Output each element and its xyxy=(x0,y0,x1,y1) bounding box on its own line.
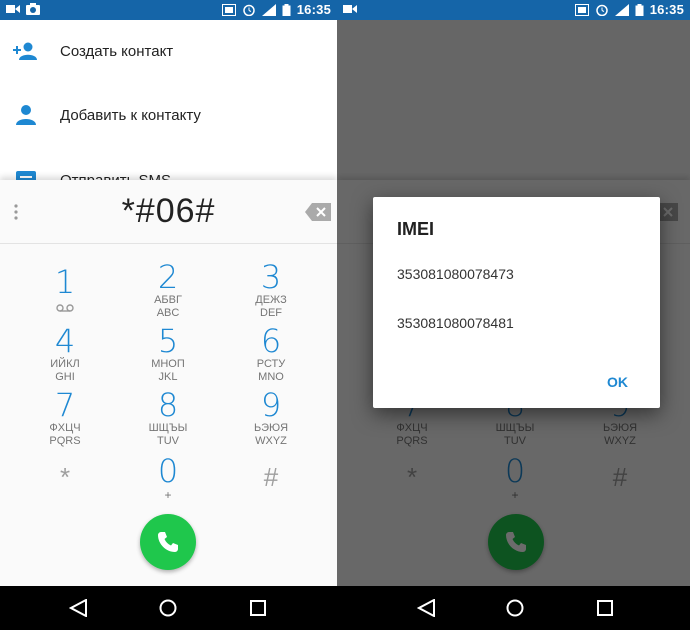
status-bar-right: 16:35 xyxy=(337,0,690,20)
key-3[interactable]: 3 ДЕЖЗ DEF xyxy=(221,260,321,320)
video-camera-icon xyxy=(343,5,357,13)
back-icon[interactable] xyxy=(69,599,89,617)
dialed-number[interactable]: *#06# xyxy=(0,192,337,231)
cast-icon xyxy=(221,3,236,16)
dialed-number-row: *#06# xyxy=(0,180,337,244)
key-4[interactable]: 4 ИЙКЛ GHI xyxy=(15,324,115,384)
key-5[interactable]: 5 МНОП JKL xyxy=(118,324,218,384)
key-1[interactable]: 1 xyxy=(15,265,115,317)
key-7[interactable]: 7ФХЦЧPQRS xyxy=(15,388,115,448)
dialpad: *#06# 1 2 АБВГ ABC 3 ДЕЖЗ DEF 4 ИЙКЛ GHI 5 МНОП… xyxy=(0,180,337,586)
voicemail-icon xyxy=(56,304,74,312)
status-bar: 16:35 xyxy=(0,0,337,20)
status-time: 16:35 xyxy=(296,2,331,17)
status-time: 16:35 xyxy=(649,2,684,17)
signal-icon xyxy=(614,3,629,16)
add-person-icon xyxy=(13,42,37,60)
imei-dialog: IMEI 353081080078473 353081080078481 OK xyxy=(373,197,660,408)
alarm-icon xyxy=(596,4,608,16)
navigation-bar xyxy=(337,586,690,630)
signal-icon xyxy=(261,3,276,16)
cast-icon xyxy=(574,3,589,16)
phone-left-screen: 16:35 Создать контакт Добавить к контакт… xyxy=(0,0,337,630)
battery-icon xyxy=(282,3,291,16)
key-star[interactable]: * xyxy=(15,460,115,494)
recents-icon[interactable] xyxy=(595,599,615,617)
call-button[interactable] xyxy=(140,514,196,570)
phone-icon xyxy=(158,532,178,552)
video-camera-icon xyxy=(6,5,20,13)
add-to-contact-label: Добавить к контакту xyxy=(60,106,201,124)
person-icon xyxy=(16,105,36,125)
key-6[interactable]: 6 РСТУ MNO xyxy=(221,324,321,384)
backspace-icon[interactable] xyxy=(305,203,331,221)
battery-icon xyxy=(635,3,644,16)
dialog-title: IMEI xyxy=(397,219,435,239)
navigation-bar xyxy=(0,586,337,630)
home-icon[interactable] xyxy=(158,599,178,617)
ok-button[interactable]: OK xyxy=(607,374,628,390)
key-9[interactable]: 9ЬЭЮЯWXYZ xyxy=(221,388,321,448)
create-contact-label: Создать контакт xyxy=(60,42,174,60)
key-2[interactable]: 2 АБВГ ABC xyxy=(118,260,218,320)
create-contact-action[interactable]: Создать контакт xyxy=(0,21,337,81)
key-hash[interactable]: # xyxy=(221,460,321,494)
imei-value-2: 353081080078481 xyxy=(397,315,514,331)
contact-actions-list: Создать контакт Добавить к контакту Отпр… xyxy=(0,20,337,189)
add-to-contact-action[interactable]: Добавить к контакту xyxy=(0,85,337,145)
back-icon[interactable] xyxy=(417,599,437,617)
key-0[interactable]: 0+ xyxy=(118,454,218,502)
key-8[interactable]: 8ШЩЪЫTUV xyxy=(118,388,218,448)
alarm-icon xyxy=(243,4,255,16)
home-icon[interactable] xyxy=(505,599,525,617)
imei-value-1: 353081080078473 xyxy=(397,266,514,282)
recents-icon[interactable] xyxy=(248,599,268,617)
camera-icon xyxy=(26,3,40,15)
